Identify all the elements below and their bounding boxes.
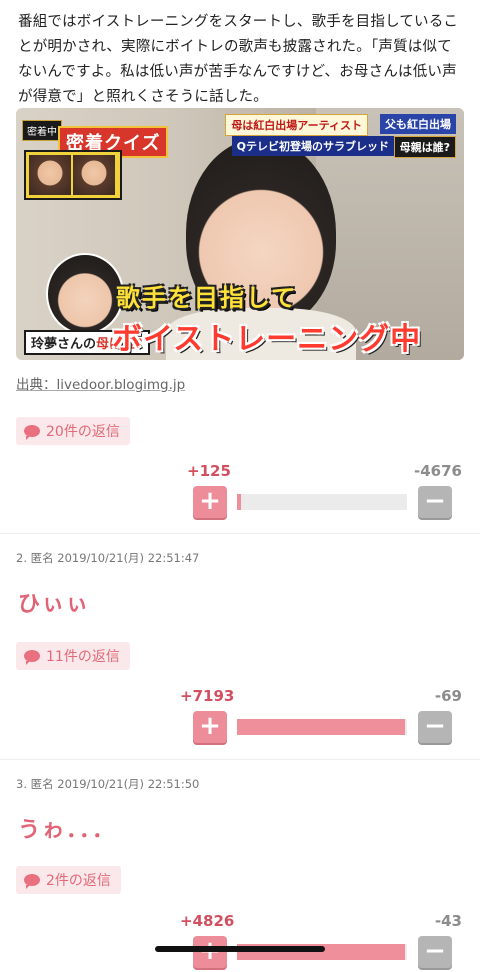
plus-vote-button[interactable]: + <box>193 936 227 968</box>
source-link[interactable]: 出典：livedoor.blogimg.jp <box>16 373 185 393</box>
thumbnail-face <box>73 155 115 195</box>
photo-thumbnails <box>24 150 122 200</box>
telop-line2: ボイストレーニング中 <box>112 322 422 357</box>
minus-icon: − <box>424 486 446 516</box>
plus-count: +7193 <box>180 687 235 705</box>
telop-line1: 歌手を目指して <box>116 284 298 312</box>
replies-label: 2件の返信 <box>46 873 111 889</box>
vote-ratio-fill <box>237 719 406 735</box>
comment-text: ひぃぃ <box>18 592 91 617</box>
plus-count: +125 <box>187 462 231 480</box>
vote-ratio-bar <box>237 719 407 735</box>
minus-icon: − <box>424 711 446 741</box>
plus-vote-button[interactable]: + <box>193 486 227 518</box>
comment-divider <box>0 759 480 760</box>
vote-ratio-fill <box>237 494 242 510</box>
replies-label: 20件の返信 <box>46 424 120 440</box>
minus-count: -69 <box>434 687 462 705</box>
article-photo: 密着中 密着クイズ 母は紅白出場アーティスト 父も紅白出場 Qテレビ初登場のサラ… <box>16 108 464 360</box>
minus-vote-button[interactable]: − <box>418 936 452 968</box>
caption-question: Qテレビ初登場のサラブレッド <box>231 136 394 156</box>
vote-row: +4826 -43 + − <box>0 912 480 972</box>
vote-row: +125 -4676 + − <box>0 462 480 522</box>
article-intro-text: 番組ではボイストレーニングをスタートし、歌手を目指していることが明かされ、実際に… <box>18 14 459 105</box>
speech-bubble-icon <box>24 874 40 889</box>
comment-divider <box>0 533 480 534</box>
plus-vote-button[interactable]: + <box>193 711 227 743</box>
speech-bubble-icon <box>24 650 40 665</box>
minus-count: -4676 <box>414 462 462 480</box>
speech-bubble-icon <box>24 425 40 440</box>
caption-who: 母親は誰? <box>393 136 456 158</box>
minus-vote-button[interactable]: − <box>418 486 452 518</box>
minus-vote-button[interactable]: − <box>418 711 452 743</box>
plus-count: +4826 <box>180 912 235 930</box>
home-indicator[interactable] <box>155 946 325 952</box>
plus-icon: + <box>199 711 221 741</box>
comment-meta: 2. 匿名 2019/10/21(月) 22:51:47 <box>16 551 200 565</box>
whois-name: 玲夢さんの <box>31 337 97 352</box>
comment-meta: 3. 匿名 2019/10/21(月) 22:51:50 <box>16 777 200 791</box>
caption-father: 父も紅白出場 <box>380 114 456 134</box>
minus-icon: − <box>424 936 446 966</box>
minus-count: -43 <box>434 912 462 930</box>
photo-badge: 密着中 <box>22 120 62 141</box>
vote-row: +7193 -69 + − <box>0 687 480 747</box>
replies-button[interactable]: 20件の返信 <box>16 417 130 445</box>
replies-button[interactable]: 2件の返信 <box>16 866 121 894</box>
replies-label: 11件の返信 <box>46 649 120 665</box>
vote-ratio-bar <box>237 494 407 510</box>
replies-button[interactable]: 11件の返信 <box>16 642 130 670</box>
plus-icon: + <box>199 486 221 516</box>
caption-mother: 母は紅白出場アーティスト <box>225 114 368 136</box>
thumbnail-face <box>29 155 71 195</box>
comment-text: うゎ．．． <box>18 818 117 843</box>
